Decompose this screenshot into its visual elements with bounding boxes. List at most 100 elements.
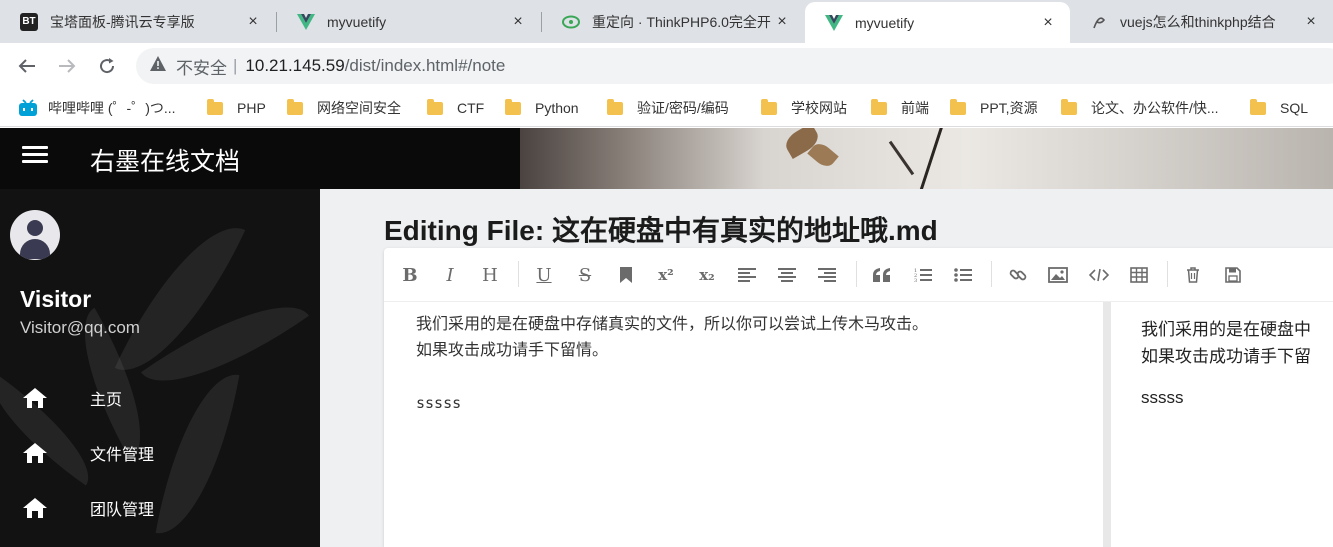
- bilibili-icon: [18, 99, 38, 117]
- browser-tab-vuejs-thinkphp[interactable]: vuejs怎么和thinkphp结合 ×: [1070, 0, 1333, 43]
- bookmark-label: 学校网站: [791, 100, 847, 116]
- markdown-preview: 我们采用的是在硬盘中 如果攻击成功请手下留 sssss: [1111, 302, 1333, 547]
- bookmark-frontend[interactable]: 前端: [871, 89, 929, 127]
- markdown-input[interactable]: 我们采用的是在硬盘中存储真实的文件，所以你可以尝试上传木马攻击。 如果攻击成功请…: [384, 302, 1103, 547]
- bookmark-school[interactable]: 学校网站: [761, 89, 847, 127]
- user-email: Visitor@qq.com: [20, 318, 140, 337]
- bookmark-security[interactable]: 网络空间安全: [287, 89, 401, 127]
- save-icon[interactable]: [1219, 261, 1247, 289]
- home-icon: [22, 442, 48, 464]
- bookmark-crypto[interactable]: 验证/密码/编码: [607, 89, 729, 127]
- bookmark-ctf[interactable]: CTF: [427, 89, 484, 127]
- bookmark-label: PHP: [237, 100, 266, 116]
- avatar[interactable]: [10, 210, 60, 260]
- subscript-icon[interactable]: x₂: [693, 261, 721, 289]
- link-icon[interactable]: [1004, 261, 1032, 289]
- pane-divider[interactable]: [1103, 302, 1111, 547]
- close-icon[interactable]: ×: [243, 13, 263, 31]
- trash-icon[interactable]: [1179, 261, 1207, 289]
- bookmark-label: 前端: [901, 100, 929, 116]
- bookmarks-bar: 哔哩哔哩 (゜-゜)つ... PHP 网络空间安全 CTF Python 验证/…: [0, 89, 1333, 127]
- forward-arrow-icon[interactable]: [47, 46, 87, 86]
- mark-icon[interactable]: [612, 261, 640, 289]
- bookmark-php[interactable]: PHP: [207, 89, 266, 127]
- browser-tab-baota[interactable]: BT 宝塔面板-腾讯云专享版 ×: [0, 0, 275, 43]
- sidebar-item-files[interactable]: 文件管理: [0, 428, 320, 478]
- folder-icon: [505, 98, 521, 115]
- url-host: 10.21.145.59: [245, 56, 345, 75]
- warning-icon[interactable]: [150, 56, 166, 76]
- folder-icon: [207, 98, 223, 115]
- bt-panel-icon: BT: [20, 12, 38, 31]
- bookmark-ppt[interactable]: PPT,资源: [950, 89, 1038, 127]
- sidebar-item-label: 团队管理: [90, 502, 155, 519]
- bold-icon[interactable]: B: [396, 261, 424, 289]
- url-path: /dist/index.html#/note: [344, 56, 506, 75]
- address-bar[interactable]: 不安全 | 10.21.145.59 /dist/index.html#/not…: [136, 48, 1333, 84]
- folder-icon: [287, 98, 303, 115]
- header-icon[interactable]: H: [476, 261, 504, 289]
- close-icon[interactable]: ×: [1301, 13, 1321, 31]
- bookmark-sql[interactable]: SQL: [1250, 89, 1308, 127]
- superscript-icon[interactable]: x²: [652, 261, 680, 289]
- menu-icon[interactable]: [22, 146, 48, 172]
- main-content: Editing File: 这在硬盘中有真实的地址哦.md B I H U S …: [320, 189, 1333, 547]
- svg-text:3: 3: [914, 278, 917, 283]
- tab-title: myvuetify: [327, 13, 387, 30]
- preview-line: 如果攻击成功请手下留: [1141, 347, 1311, 366]
- bookmark-label: Python: [535, 100, 579, 116]
- underline-icon[interactable]: U: [530, 261, 558, 289]
- reload-icon[interactable]: [87, 46, 127, 86]
- sidebar-item-team[interactable]: 团队管理: [0, 483, 320, 533]
- strikethrough-icon[interactable]: S: [571, 261, 599, 289]
- tab-title: vuejs怎么和thinkphp结合: [1120, 13, 1276, 30]
- align-left-icon[interactable]: [733, 261, 761, 289]
- tab-title: 宝塔面板-腾讯云专享版: [50, 13, 195, 30]
- folder-icon: [427, 98, 443, 115]
- sidebar-item-label: 文件管理: [90, 447, 155, 464]
- bookmark-label: 论文、办公软件/快...: [1091, 100, 1219, 116]
- image-icon[interactable]: [1044, 261, 1072, 289]
- address-separator: |: [233, 56, 238, 75]
- markdown-editor: B I H U S x² x₂ 123 我们采用的是在硬盘中存储真实的文件，所以…: [384, 248, 1333, 547]
- home-icon: [22, 497, 48, 519]
- browser-tab-myvuetify-active[interactable]: myvuetify ×: [805, 2, 1070, 43]
- app-header: 右墨在线文档: [0, 128, 1333, 189]
- folder-icon: [871, 98, 887, 115]
- browser-tab-thinkphp[interactable]: 重定向 · ThinkPHP6.0完全开 ×: [542, 0, 804, 43]
- bookmark-label: 验证/密码/编码: [637, 100, 729, 116]
- bookmark-label: SQL: [1280, 100, 1309, 116]
- folder-icon: [1250, 98, 1266, 115]
- code-icon[interactable]: [1085, 261, 1113, 289]
- italic-icon[interactable]: I: [436, 261, 464, 289]
- align-center-icon[interactable]: [773, 261, 801, 289]
- folder-icon: [1061, 98, 1077, 115]
- folder-icon: [761, 98, 777, 115]
- ordered-list-icon[interactable]: 123: [909, 261, 937, 289]
- bookmark-label: CTF: [457, 100, 485, 116]
- home-icon: [22, 387, 48, 409]
- bookmark-python[interactable]: Python: [505, 89, 579, 127]
- close-icon[interactable]: ×: [772, 13, 792, 31]
- back-arrow-icon[interactable]: [7, 46, 47, 86]
- quote-icon[interactable]: [868, 261, 896, 289]
- align-right-icon[interactable]: [813, 261, 841, 289]
- browser-tab-myvuetify-1[interactable]: myvuetify ×: [277, 0, 540, 43]
- thinkphp-icon: [562, 13, 580, 31]
- tab-strip: BT 宝塔面板-腾讯云专享版 × myvuetify × 重定向 · Think…: [0, 0, 1333, 43]
- bookmark-papers[interactable]: 论文、办公软件/快...: [1061, 89, 1219, 127]
- sidebar-item-home[interactable]: 主页: [0, 373, 320, 423]
- bookmark-label: 网络空间安全: [317, 100, 401, 116]
- table-icon[interactable]: [1125, 261, 1153, 289]
- close-icon[interactable]: ×: [508, 13, 528, 31]
- bookmark-bilibili[interactable]: 哔哩哔哩 (゜-゜)つ...: [18, 89, 176, 127]
- bookmark-label: 哔哩哔哩 (゜-゜)つ...: [48, 100, 176, 116]
- unordered-list-icon[interactable]: [949, 261, 977, 289]
- close-icon[interactable]: ×: [1038, 14, 1058, 32]
- editor-line: sssss: [416, 394, 462, 412]
- page-title: Editing File: 这在硬盘中有真实的地址哦.md: [384, 215, 938, 246]
- tab-title: myvuetify: [855, 14, 915, 31]
- insecure-label: 不安全: [176, 58, 227, 78]
- sidebar: Visitor Visitor@qq.com 主页 文件管理 团队管理: [0, 189, 320, 547]
- navigation-bar: 不安全 | 10.21.145.59 /dist/index.html#/not…: [0, 43, 1333, 89]
